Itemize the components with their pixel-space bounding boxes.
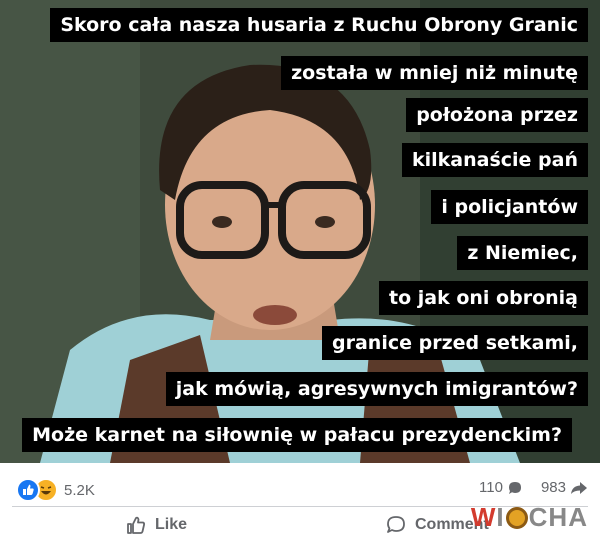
share-count[interactable]: 983 <box>541 479 588 496</box>
watermark-logo: W I CHA <box>471 502 588 533</box>
share-count-value: 983 <box>540 479 566 496</box>
post-image[interactable]: Skoro cała nasza husaria z Ruchu Obrony … <box>0 0 600 463</box>
reaction-count: 5.2K <box>64 481 95 499</box>
like-icon <box>16 478 40 502</box>
caption-line-9: jak mówią, agresywnych imigrantów? <box>165 372 588 406</box>
caption-line-4: kilkanaście pań <box>402 143 588 177</box>
comment-count-value: 110 <box>479 479 503 496</box>
caption-line-6: z Niemiec, <box>457 236 588 270</box>
watermark-w: W <box>470 502 497 532</box>
reaction-summary[interactable]: 5.2K <box>16 478 95 502</box>
caption-line-8: granice przed setkami, <box>322 326 588 360</box>
caption-line-2: została w mniej niż minutę <box>281 56 588 90</box>
caption-line-7: to jak oni obronią <box>379 281 588 315</box>
caption-line-10: Może karnet na siłownię w pałacu prezyde… <box>22 418 572 452</box>
caption-line-1: Skoro cała nasza husaria z Ruchu Obrony … <box>50 8 588 42</box>
comment-bubble-icon <box>508 481 521 494</box>
comment-count[interactable]: 110 <box>479 479 523 496</box>
caption-line-3: położona przez <box>406 98 588 132</box>
thumbs-up-icon <box>127 516 146 534</box>
comment-icon <box>387 516 405 533</box>
like-button[interactable]: Like <box>125 514 187 536</box>
watermark-end: CHA <box>528 502 588 532</box>
caption-line-5: i policjantów <box>431 190 588 224</box>
watermark-i: I <box>496 502 505 532</box>
like-label: Like <box>155 516 188 533</box>
wheel-icon <box>505 506 528 529</box>
share-arrow-icon <box>571 481 587 494</box>
post-stats: 110 983 <box>461 479 588 496</box>
